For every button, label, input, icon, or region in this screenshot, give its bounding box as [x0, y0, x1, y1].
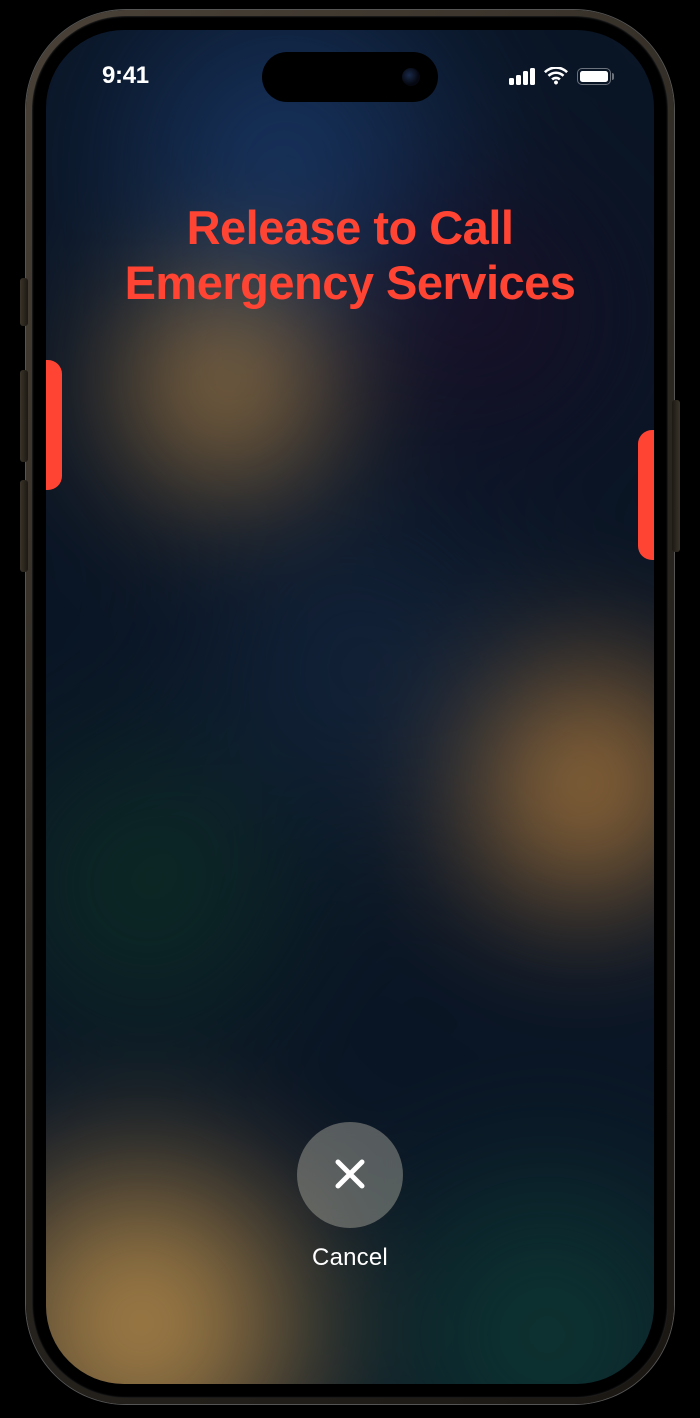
side-press-indicator: [638, 430, 654, 560]
cancel-area: Cancel: [297, 1122, 403, 1272]
volume-press-indicator: [46, 360, 62, 490]
title-line-2: Emergency Services: [86, 255, 614, 310]
cellular-signal-icon: [509, 68, 535, 85]
screen: 9:41 Release: [46, 30, 654, 1384]
silent-switch: [20, 278, 28, 326]
status-time: 9:41: [102, 62, 149, 90]
side-button: [672, 400, 680, 552]
phone-frame: 9:41 Release: [26, 10, 674, 1404]
title-line-1: Release to Call: [86, 200, 614, 255]
cancel-button[interactable]: [297, 1122, 403, 1228]
dynamic-island: [262, 52, 438, 102]
emergency-title: Release to Call Emergency Services: [46, 200, 654, 311]
close-icon: [328, 1152, 372, 1199]
wifi-icon: [544, 67, 568, 85]
battery-icon: [577, 68, 615, 85]
volume-up-button: [20, 370, 28, 462]
phone-inner-frame: 9:41 Release: [32, 16, 668, 1398]
front-camera-icon: [402, 68, 420, 86]
volume-down-button: [20, 480, 28, 572]
status-icons: [509, 67, 614, 85]
cancel-label: Cancel: [312, 1244, 388, 1272]
